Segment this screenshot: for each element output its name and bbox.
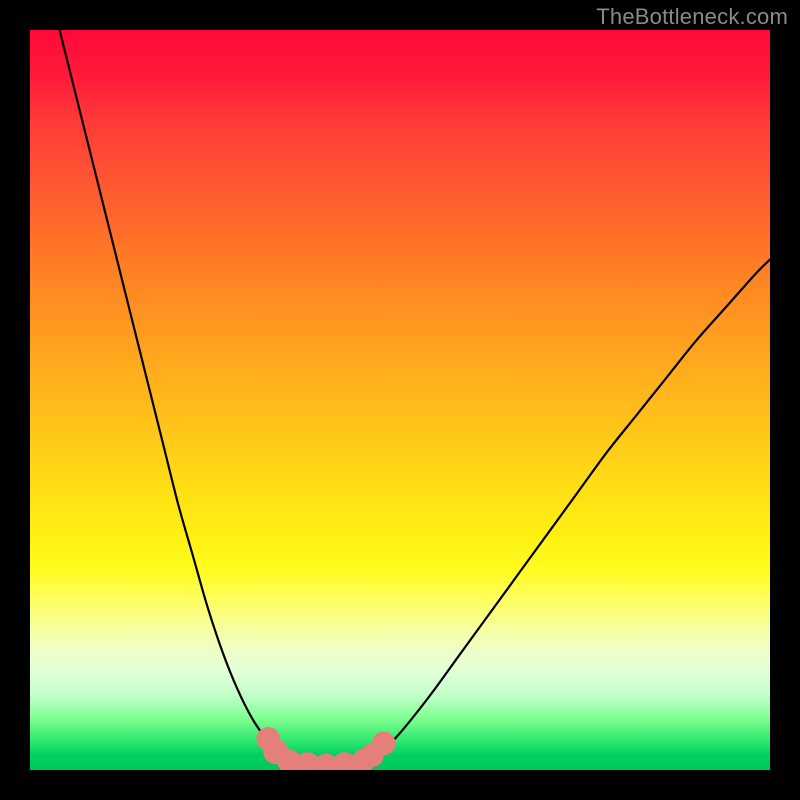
plot-background [30, 30, 770, 770]
chart-frame: TheBottleneck.com [0, 0, 800, 800]
watermark-text: TheBottleneck.com [596, 4, 788, 30]
